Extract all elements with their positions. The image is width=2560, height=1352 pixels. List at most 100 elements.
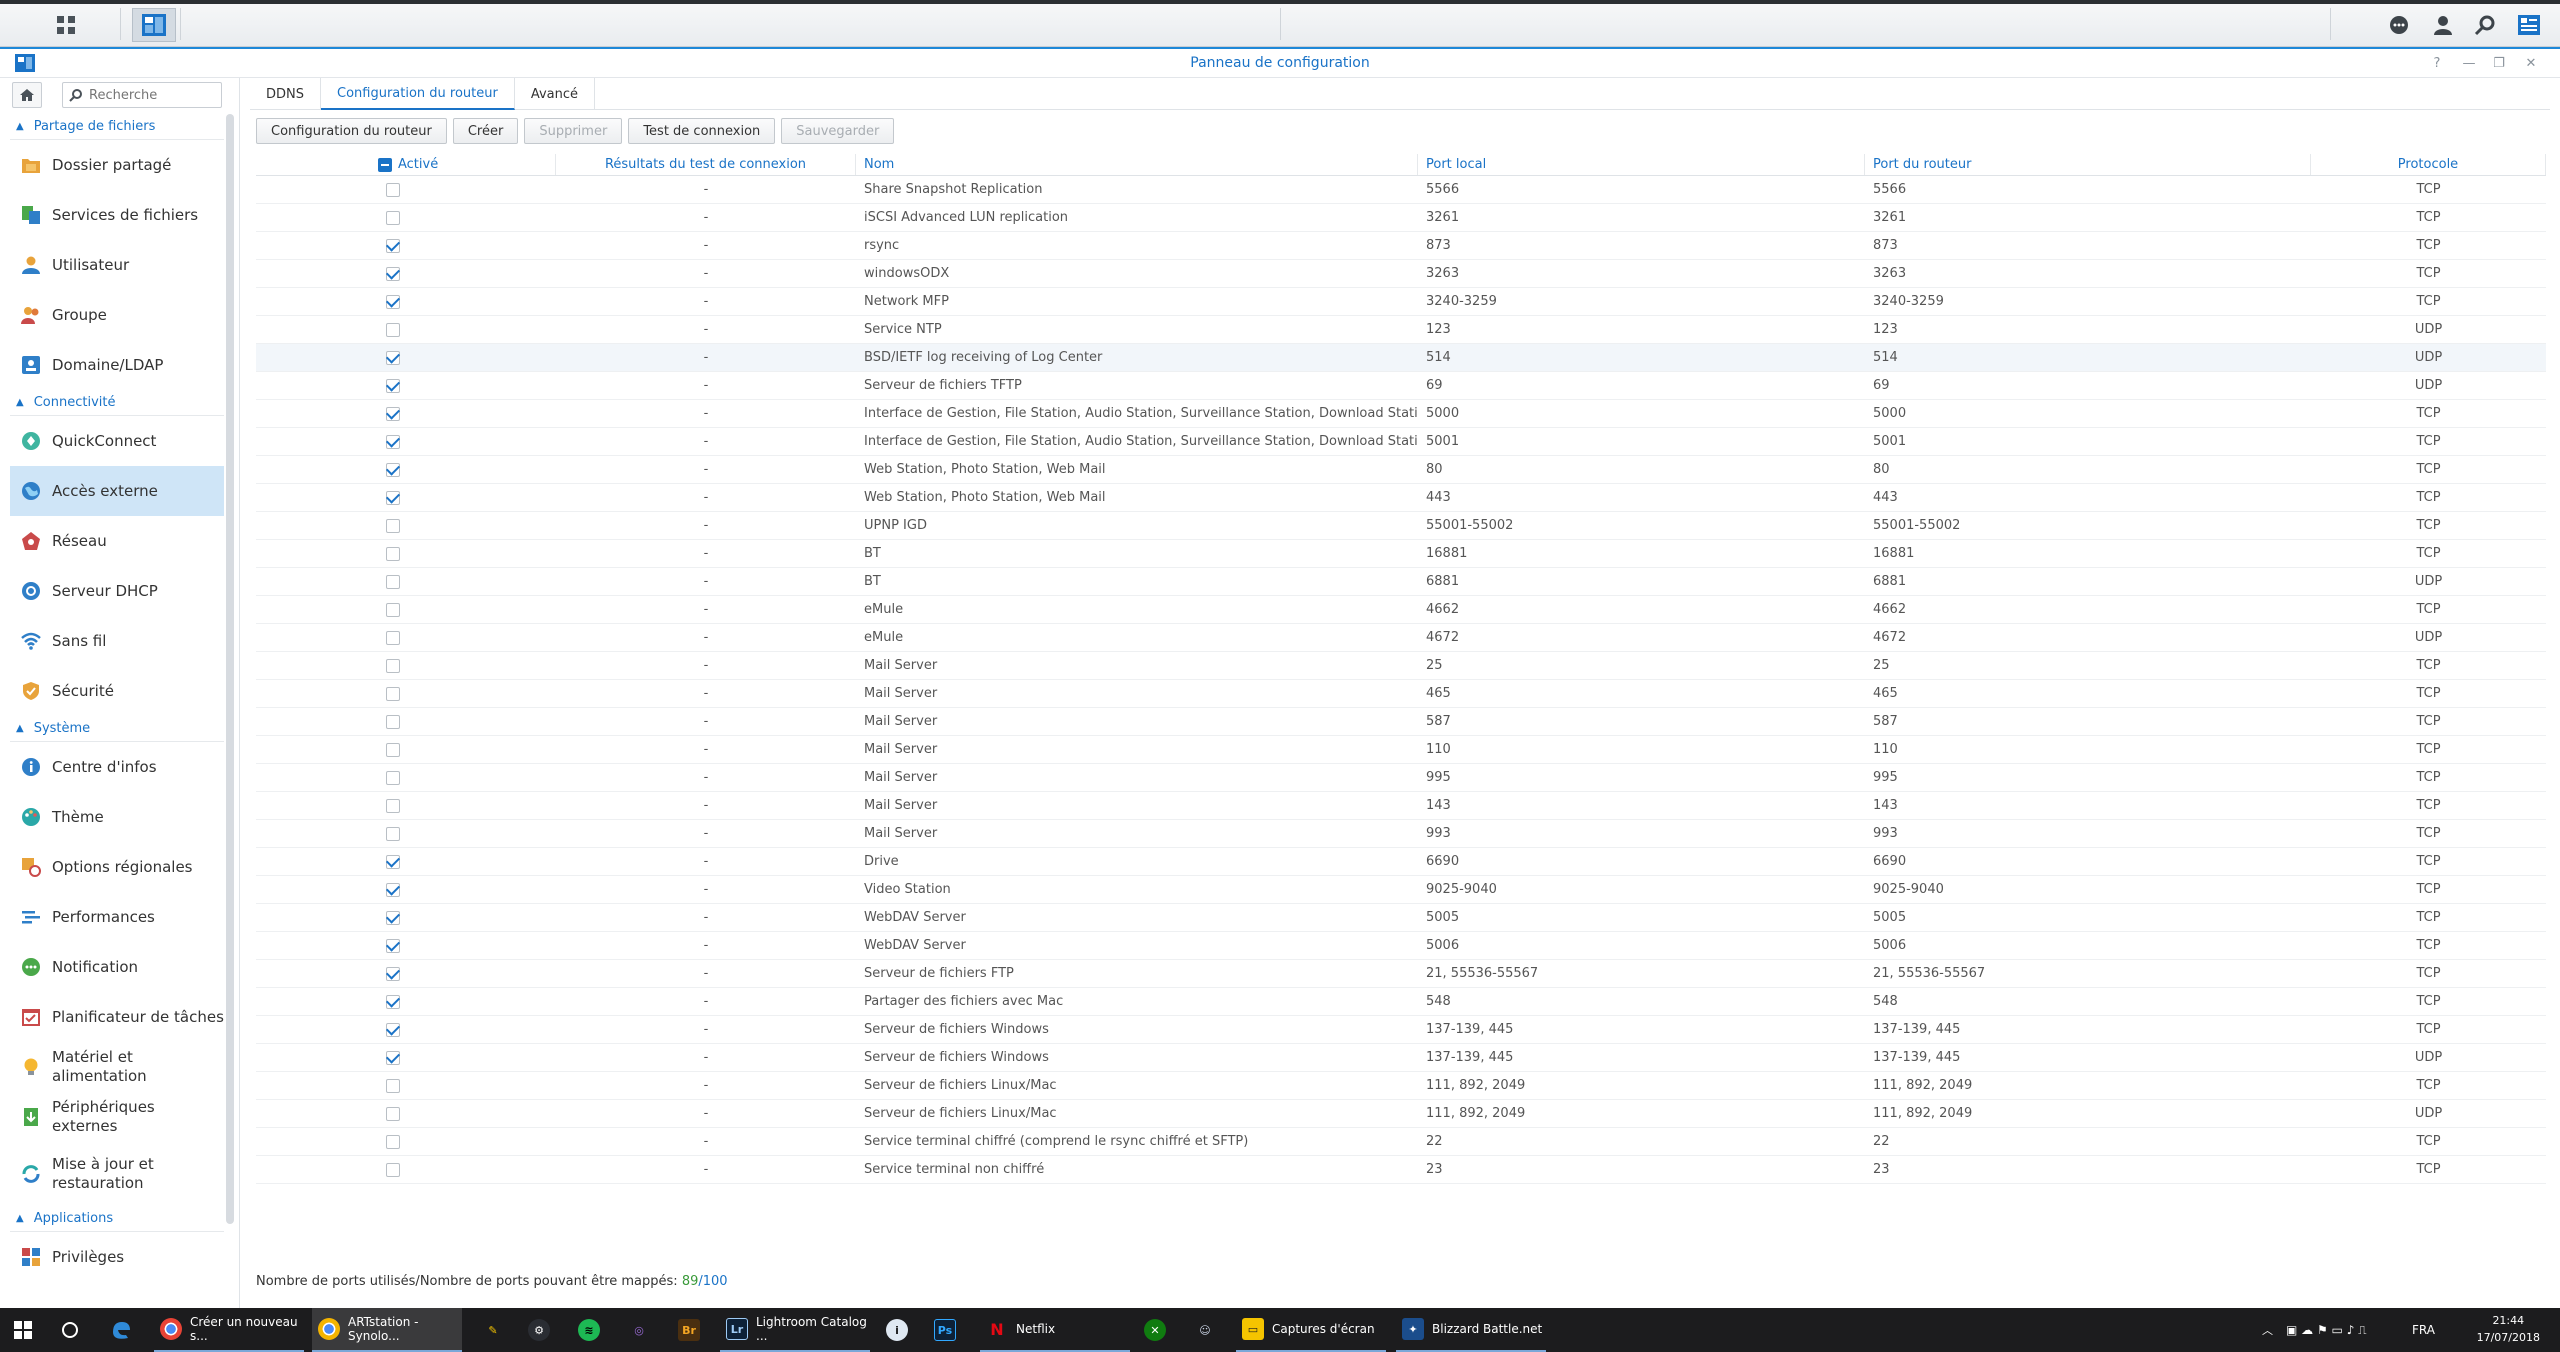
- steam-icon[interactable]: ⚙: [528, 1308, 558, 1352]
- sidebar-item-performance[interactable]: Performances: [10, 892, 224, 942]
- sidebar-item-security[interactable]: Sécurité: [10, 666, 224, 716]
- sidebar-item-privileges[interactable]: Privilèges: [10, 1232, 224, 1282]
- table-row[interactable]: - rsync 873 873 TCP: [256, 232, 2546, 260]
- active-checkbox[interactable]: [386, 294, 400, 309]
- taskbar-app-chrome-1[interactable]: Créer un nouveau s...: [154, 1308, 304, 1352]
- discord-icon[interactable]: ☺: [1194, 1308, 1224, 1352]
- sidebar-item-wireless[interactable]: Sans fil: [10, 616, 224, 666]
- active-checkbox[interactable]: [386, 266, 400, 281]
- active-checkbox[interactable]: [386, 350, 400, 365]
- table-row[interactable]: - Partager des fichiers avec Mac 548 548 TCP: [256, 988, 2546, 1016]
- active-checkbox[interactable]: [386, 378, 400, 393]
- table-row[interactable]: - Mail Server 25 25 TCP: [256, 652, 2546, 680]
- active-checkbox[interactable]: [386, 462, 400, 477]
- table-row[interactable]: - WebDAV Server 5006 5006 TCP: [256, 932, 2546, 960]
- table-row[interactable]: - Mail Server 143 143 TCP: [256, 792, 2546, 820]
- sidebar-item-shared-folder[interactable]: Dossier partagé: [10, 140, 224, 190]
- cortana-icon[interactable]: [60, 1308, 80, 1352]
- sidebar-item-external-access[interactable]: Accès externe: [10, 466, 224, 516]
- active-checkbox[interactable]: [386, 182, 400, 197]
- active-checkbox[interactable]: [386, 910, 400, 925]
- active-checkbox[interactable]: [386, 406, 400, 421]
- chat-icon[interactable]: [2384, 8, 2414, 42]
- table-row[interactable]: - Mail Server 110 110 TCP: [256, 736, 2546, 764]
- table-row[interactable]: - windowsODX 3263 3263 TCP: [256, 260, 2546, 288]
- active-checkbox[interactable]: [386, 1134, 400, 1149]
- table-row[interactable]: - Service terminal non chiffré 23 23 TCP: [256, 1156, 2546, 1184]
- taskbar-app-netflix[interactable]: N Netflix: [980, 1308, 1130, 1352]
- sidebar-section-connectivity[interactable]: ▲ Connectivité: [10, 390, 224, 416]
- taskbar-app-chrome-2[interactable]: ARTstation - Synolo...: [312, 1308, 462, 1352]
- main-menu-icon[interactable]: [44, 8, 88, 42]
- sidebar-item-external-devices[interactable]: Périphériques externes: [10, 1092, 224, 1142]
- edge-icon[interactable]: [110, 1308, 132, 1352]
- header-name[interactable]: Nom: [856, 154, 1418, 175]
- active-checkbox[interactable]: [386, 1050, 400, 1065]
- spotify-icon[interactable]: ≋: [578, 1308, 608, 1352]
- table-row[interactable]: - Serveur de fichiers Linux/Mac 111, 892, …: [256, 1072, 2546, 1100]
- table-row[interactable]: - UPNP IGD 55001-55002 55001-55002 TCP: [256, 512, 2546, 540]
- app-icon-purple[interactable]: ◎: [628, 1308, 658, 1352]
- router-config-button[interactable]: Configuration du routeur: [256, 118, 447, 144]
- active-checkbox[interactable]: [386, 882, 400, 897]
- table-row[interactable]: - Service terminal chiffré (comprend le r…: [256, 1128, 2546, 1156]
- sidebar-item-task-scheduler[interactable]: Planificateur de tâches: [10, 992, 224, 1042]
- active-checkbox[interactable]: [386, 966, 400, 981]
- sidebar-section-applications[interactable]: ▲ Applications: [10, 1206, 224, 1232]
- header-router-port[interactable]: Port du routeur: [1865, 154, 2311, 175]
- table-row[interactable]: - Mail Server 993 993 TCP: [256, 820, 2546, 848]
- table-row[interactable]: - Mail Server 995 995 TCP: [256, 764, 2546, 792]
- table-row[interactable]: - Mail Server 465 465 TCP: [256, 680, 2546, 708]
- table-row[interactable]: - Serveur de fichiers FTP 21, 55536-55567 2…: [256, 960, 2546, 988]
- header-active[interactable]: Activé: [256, 154, 556, 175]
- sidebar-item-quickconnect[interactable]: QuickConnect: [10, 416, 224, 466]
- sidebar-item-group[interactable]: Groupe: [10, 290, 224, 340]
- sidebar-item-notification[interactable]: Notification: [10, 942, 224, 992]
- delete-button[interactable]: Supprimer: [524, 118, 623, 144]
- table-row[interactable]: - WebDAV Server 5005 5005 TCP: [256, 904, 2546, 932]
- header-result[interactable]: Résultats du test de connexion: [556, 154, 856, 175]
- sidebar-item-file-services[interactable]: Services de fichiers: [10, 190, 224, 240]
- widgets-icon[interactable]: [2514, 8, 2544, 42]
- table-row[interactable]: - eMule 4672 4672 UDP: [256, 624, 2546, 652]
- xbox-icon[interactable]: ✕: [1144, 1308, 1174, 1352]
- table-row[interactable]: - Serveur de fichiers Linux/Mac 111, 892, …: [256, 1100, 2546, 1128]
- sidebar-item-theme[interactable]: Thème: [10, 792, 224, 842]
- restore-icon[interactable]: ❐: [2490, 55, 2508, 73]
- active-checkbox[interactable]: [386, 1022, 400, 1037]
- active-checkbox[interactable]: [386, 322, 400, 337]
- taskbar-app-battlenet[interactable]: ✦ Blizzard Battle.net: [1396, 1308, 1546, 1352]
- table-row[interactable]: - Mail Server 587 587 TCP: [256, 708, 2546, 736]
- sidebar-scrollbar[interactable]: [226, 114, 234, 1224]
- active-checkbox[interactable]: [386, 742, 400, 757]
- active-checkbox[interactable]: [386, 854, 400, 869]
- table-row[interactable]: - Network MFP 3240-3259 3240-3259 TCP: [256, 288, 2546, 316]
- tab-router-config[interactable]: Configuration du routeur: [321, 78, 515, 110]
- active-checkbox[interactable]: [386, 490, 400, 505]
- search-icon[interactable]: [2470, 8, 2500, 42]
- active-checkbox[interactable]: [386, 630, 400, 645]
- active-checkbox[interactable]: [386, 238, 400, 253]
- photoshop-icon[interactable]: Ps: [934, 1308, 964, 1352]
- sidebar-item-domain-ldap[interactable]: Domaine/LDAP: [10, 340, 224, 390]
- search-input[interactable]: [89, 87, 209, 103]
- active-checkbox[interactable]: [386, 798, 400, 813]
- language-indicator[interactable]: FRA: [2412, 1308, 2435, 1352]
- active-checkbox[interactable]: [386, 994, 400, 1009]
- active-checkbox[interactable]: [386, 658, 400, 673]
- active-checkbox[interactable]: [386, 602, 400, 617]
- table-row[interactable]: - Drive 6690 6690 TCP: [256, 848, 2546, 876]
- select-all-checkbox[interactable]: [378, 157, 392, 172]
- active-checkbox[interactable]: [386, 434, 400, 449]
- table-row[interactable]: - BT 6881 6881 UDP: [256, 568, 2546, 596]
- active-checkbox[interactable]: [386, 686, 400, 701]
- active-checkbox[interactable]: [386, 546, 400, 561]
- clock[interactable]: 21:44 17/07/2018: [2477, 1312, 2540, 1346]
- tray-icons[interactable]: ▣ ☁ ⚑ ▭ ♪ ⎍: [2286, 1308, 2367, 1352]
- windows-start-icon[interactable]: [14, 1308, 32, 1352]
- header-local-port[interactable]: Port local: [1418, 154, 1865, 175]
- minimize-icon[interactable]: —: [2460, 55, 2478, 73]
- control-panel-taskbar-icon[interactable]: [132, 8, 176, 42]
- sidebar-item-dhcp-server[interactable]: Serveur DHCP: [10, 566, 224, 616]
- search-field[interactable]: [62, 82, 222, 108]
